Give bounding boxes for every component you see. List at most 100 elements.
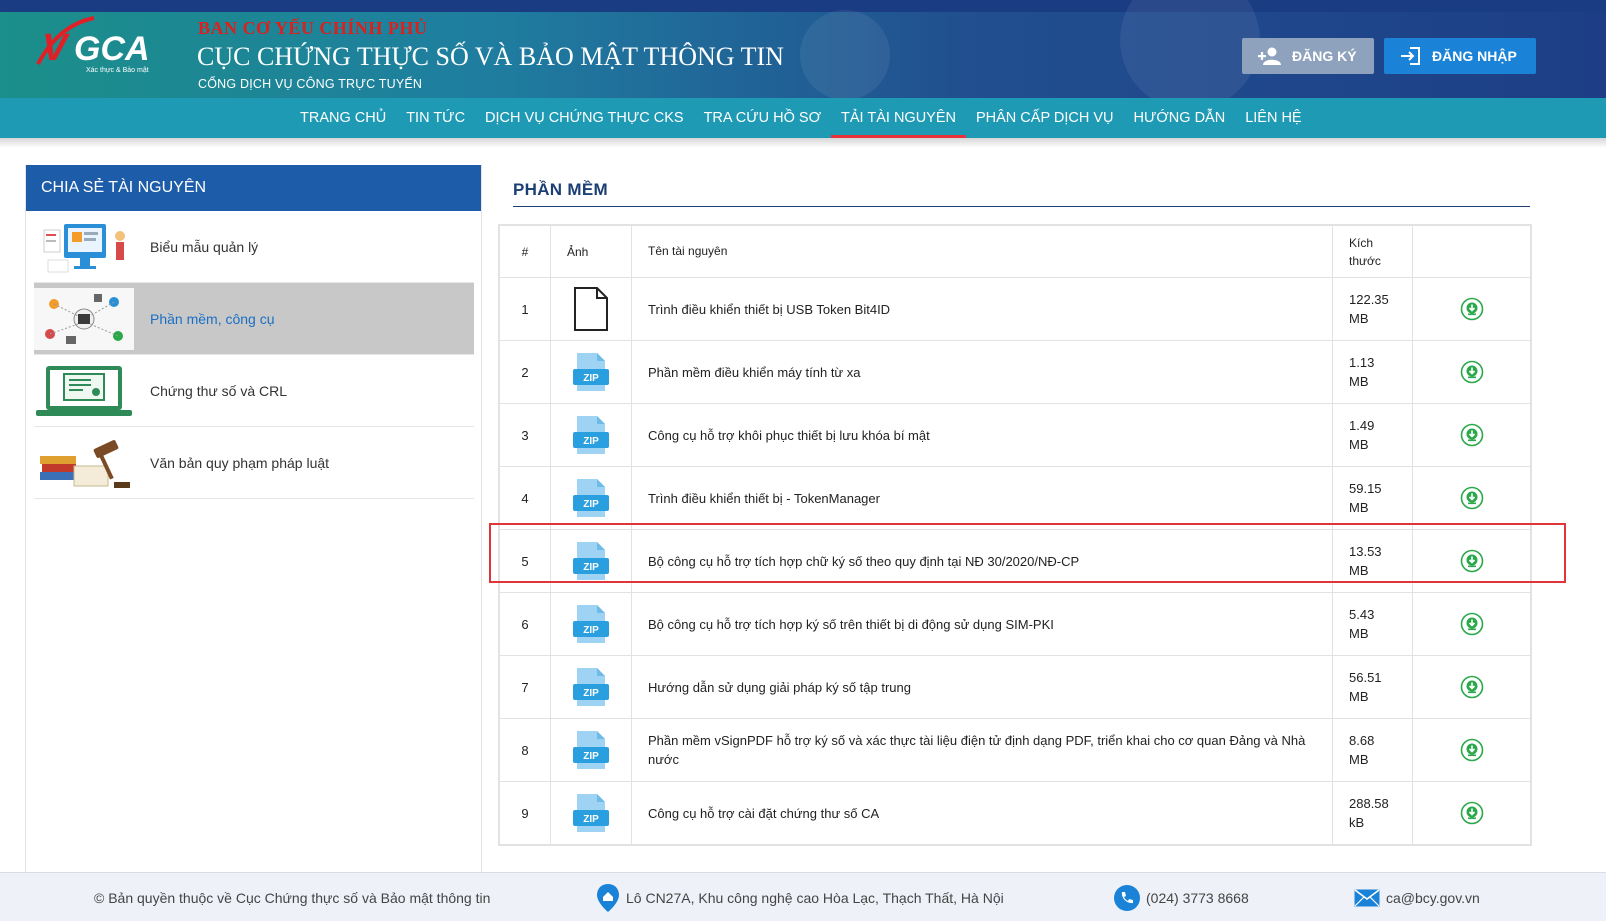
table-row: 6 ZIP Bộ công cụ hỗ trợ tích hợp ký số trê… bbox=[499, 592, 1531, 656]
zip-file-icon: ZIP bbox=[573, 731, 609, 769]
nav-item-downloads[interactable]: TẢI TÀI NGUYÊN bbox=[831, 98, 966, 138]
column-header-download bbox=[1412, 225, 1531, 278]
register-button[interactable]: ĐĂNG KÝ bbox=[1242, 38, 1374, 74]
column-header-image: Ảnh bbox=[550, 225, 632, 278]
download-icon bbox=[1460, 297, 1483, 321]
portal-name: CỔNG DỊCH VỤ CÔNG TRỰC TUYẾN bbox=[198, 77, 423, 91]
download-button[interactable] bbox=[1412, 403, 1531, 467]
row-resource-name[interactable]: Phần mềm điều khiển máy tính từ xa bbox=[631, 340, 1333, 404]
row-resource-name[interactable]: Trình điều khiển thiết bị USB Token Bit4… bbox=[631, 277, 1333, 341]
nav-item-guide[interactable]: HƯỚNG DẪN bbox=[1124, 98, 1236, 138]
zip-label: ZIP bbox=[583, 373, 599, 384]
address-text: Lô CN27A, Khu công nghệ cao Hòa Lạc, Thạ… bbox=[626, 889, 1004, 906]
download-button[interactable] bbox=[1412, 466, 1531, 530]
sidebar-item-certificates[interactable]: Chứng thư số và CRL bbox=[34, 355, 474, 427]
row-thumbnail: ZIP bbox=[550, 781, 632, 845]
mail-icon bbox=[1354, 888, 1380, 906]
row-resource-name[interactable]: Bộ công cụ hỗ trợ tích hợp ký số trên th… bbox=[631, 592, 1333, 656]
row-size-text: 1.13 MB bbox=[1349, 355, 1375, 389]
download-icon bbox=[1460, 423, 1483, 447]
sidebar-item-label: Biểu mẫu quản lý bbox=[150, 238, 259, 255]
footer-phone[interactable]: (024) 3773 8668 bbox=[1114, 873, 1249, 922]
login-label: ĐĂNG NHẬP bbox=[1432, 48, 1517, 64]
table-header-row: # Ảnh Tên tài nguyên Kích thước bbox=[499, 225, 1531, 278]
nav-shadow bbox=[0, 138, 1606, 148]
row-thumbnail: ZIP bbox=[550, 718, 632, 782]
column-header-name: Tên tài nguyên bbox=[631, 225, 1333, 278]
table-row: 1 Trình điều khiển thiết bị USB Token Bit… bbox=[499, 277, 1531, 341]
zip-file-icon: ZIP bbox=[573, 416, 609, 454]
row-size: 1.49 MB bbox=[1332, 403, 1413, 467]
row-number: 4 bbox=[499, 466, 551, 530]
nav-item-news[interactable]: TIN TỨC bbox=[396, 98, 475, 138]
download-button[interactable] bbox=[1412, 781, 1531, 845]
phone-text: (024) 3773 8668 bbox=[1146, 889, 1249, 906]
row-thumbnail: ZIP bbox=[550, 340, 632, 404]
row-size: 288.58 kB bbox=[1332, 781, 1413, 845]
footer-email[interactable]: ca@bcy.gov.vn bbox=[1354, 873, 1480, 922]
zip-file-icon: ZIP bbox=[573, 353, 609, 391]
zip-file-icon: ZIP bbox=[573, 605, 609, 643]
vgca-logo[interactable]: V GCA Xác thực & Bảo mật bbox=[34, 14, 174, 76]
header-decoration bbox=[800, 10, 890, 98]
row-resource-name[interactable]: Hướng dẫn sử dụng giải pháp ký số tập tr… bbox=[631, 655, 1333, 719]
download-button[interactable] bbox=[1412, 592, 1531, 656]
section-title: PHẦN MỀM bbox=[513, 180, 608, 199]
nav-item-lookup[interactable]: TRA CỨU HỒ SƠ bbox=[694, 98, 831, 138]
row-size: 59.15 MB bbox=[1332, 466, 1413, 530]
row-size: 5.43 MB bbox=[1332, 592, 1413, 656]
forms-illustration-icon bbox=[43, 223, 125, 272]
row-resource-name[interactable]: Công cụ hỗ trợ khôi phục thiết bị lưu kh… bbox=[631, 403, 1333, 467]
register-label: ĐĂNG KÝ bbox=[1292, 48, 1357, 64]
download-button[interactable] bbox=[1412, 655, 1531, 719]
row-size-text: 56.51 MB bbox=[1349, 670, 1382, 704]
download-button[interactable] bbox=[1412, 340, 1531, 404]
zip-label: ZIP bbox=[583, 436, 599, 447]
resource-sidebar: CHIA SẺ TÀI NGUYÊN Biểu mẫu quản lý Phần… bbox=[25, 165, 482, 872]
row-thumbnail: ZIP bbox=[550, 403, 632, 467]
download-button[interactable] bbox=[1412, 277, 1531, 341]
nav-item-service-levels[interactable]: PHÂN CẤP DỊCH VỤ bbox=[966, 98, 1124, 138]
download-icon bbox=[1460, 612, 1483, 636]
row-thumbnail bbox=[550, 277, 632, 341]
svg-text:GCA: GCA bbox=[74, 30, 150, 68]
row-resource-name[interactable]: Công cụ hỗ trợ cài đặt chứng thư số CA bbox=[631, 781, 1333, 845]
column-header-size-label: Kích thước bbox=[1349, 235, 1381, 268]
login-button[interactable]: ĐĂNG NHẬP bbox=[1384, 38, 1536, 74]
row-size-text: 5.43 MB bbox=[1349, 607, 1375, 641]
table-row: 2 ZIP Phần mềm điều khiển máy tính từ xa 1.… bbox=[499, 340, 1531, 404]
sidebar-item-label: Phần mềm, công cụ bbox=[150, 310, 275, 327]
logo-tagline: Xác thực & Bảo mật bbox=[86, 67, 149, 74]
zip-file-icon: ZIP bbox=[573, 479, 609, 517]
sidebar-item-software[interactable]: Phần mềm, công cụ bbox=[34, 283, 474, 355]
location-pin-icon bbox=[597, 883, 619, 912]
zip-file-icon: ZIP bbox=[573, 668, 609, 706]
sidebar-title: CHIA SẺ TÀI NGUYÊN bbox=[26, 165, 481, 211]
email-text: ca@bcy.gov.vn bbox=[1386, 889, 1480, 906]
table-row: 3 ZIP Công cụ hỗ trợ khôi phục thiết bị lư… bbox=[499, 403, 1531, 467]
law-books-gavel-icon bbox=[40, 439, 130, 488]
sidebar-item-forms[interactable]: Biểu mẫu quản lý bbox=[34, 211, 474, 283]
table-row: 7 ZIP Hướng dẫn sử dụng giải pháp ký số tậ… bbox=[499, 655, 1531, 719]
org-parent-name: BAN CƠ YẾU CHÍNH PHỦ bbox=[198, 18, 428, 38]
nav-item-home[interactable]: TRANG CHỦ bbox=[290, 98, 396, 138]
zip-label: ZIP bbox=[583, 751, 599, 762]
download-icon bbox=[1460, 360, 1483, 384]
svg-text:V: V bbox=[42, 27, 70, 69]
sidebar-item-label: Chứng thư số và CRL bbox=[150, 382, 288, 399]
table-row: 9 ZIP Công cụ hỗ trợ cài đặt chứng thư số … bbox=[499, 781, 1531, 845]
download-icon bbox=[1460, 738, 1483, 762]
row-number: 7 bbox=[499, 655, 551, 719]
nav-item-cks-services[interactable]: DỊCH VỤ CHỨNG THỰC CKS bbox=[475, 98, 694, 138]
zip-label: ZIP bbox=[583, 814, 599, 825]
zip-file-icon: ZIP bbox=[573, 794, 609, 832]
sidebar-item-legal-docs[interactable]: Văn bản quy phạm pháp luật bbox=[34, 427, 474, 499]
row-number: 6 bbox=[499, 592, 551, 656]
column-header-num: # bbox=[499, 225, 551, 278]
nav-item-contact[interactable]: LIÊN HỆ bbox=[1235, 98, 1311, 138]
row-resource-name[interactable]: Phần mềm vSignPDF hỗ trợ ký số và xác th… bbox=[631, 718, 1333, 782]
highlight-box bbox=[489, 523, 1566, 583]
row-resource-name[interactable]: Trình điều khiển thiết bị - TokenManager bbox=[631, 466, 1333, 530]
copyright-text: © Bản quyền thuộc về Cục Chứng thực số v… bbox=[94, 889, 491, 906]
download-button[interactable] bbox=[1412, 718, 1531, 782]
